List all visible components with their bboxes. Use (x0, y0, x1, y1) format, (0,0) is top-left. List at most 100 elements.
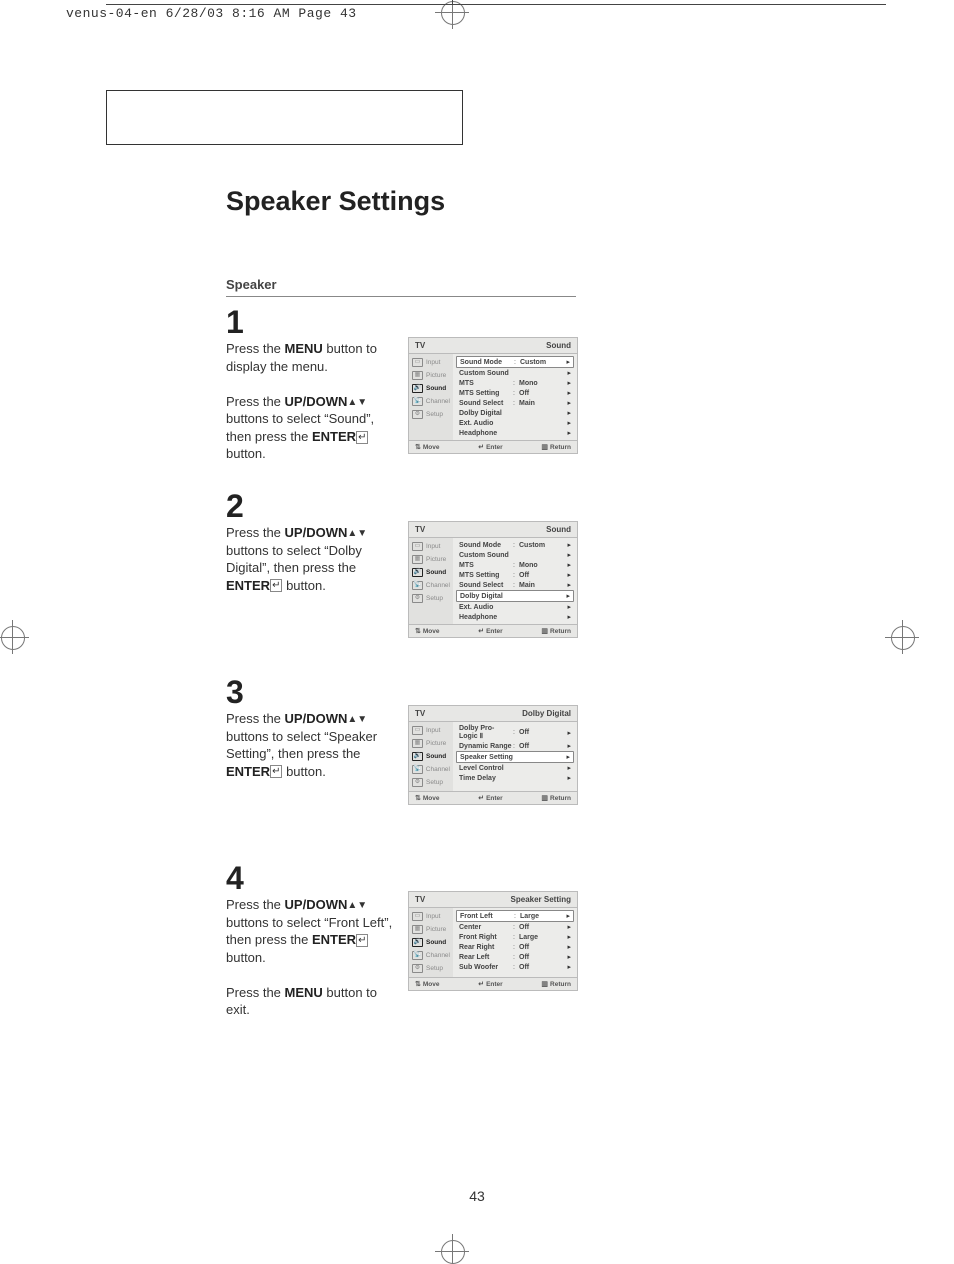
osd-content: Sound Mode:Custom▸Custom Sound▸MTS:Mono▸… (453, 354, 577, 440)
footer-return: ▥Return (541, 443, 571, 451)
chevron-right-icon: ▸ (567, 429, 571, 437)
osd-header-section: Sound (546, 341, 571, 350)
osd-row-label: Dolby Digital (460, 593, 514, 600)
t: ENTER (312, 932, 356, 947)
footer-return: ▥Return (541, 627, 571, 635)
osd-row-value: Off (519, 954, 567, 961)
chevron-right-icon: ▸ (567, 943, 571, 951)
osd-row-value: Off (519, 390, 567, 397)
chevron-right-icon: ▸ (567, 603, 571, 611)
return-icon: ▥ (541, 627, 548, 635)
osd-row-label: Sound Mode (459, 542, 513, 549)
footer-move: ⇅Move (415, 794, 440, 802)
t: ENTER (226, 764, 270, 779)
sound-icon: 🔊 (412, 752, 423, 761)
chevron-right-icon: ▸ (567, 551, 571, 559)
osd-tab-label: Picture (426, 926, 446, 933)
enter-icon: ↵ (478, 980, 484, 988)
osd-row-label: Rear Right (459, 944, 513, 951)
chevron-right-icon: ▸ (567, 933, 571, 941)
osd-footer: ⇅Move↵Enter▥Return (409, 791, 577, 804)
osd-row: Dolby Digital▸ (456, 408, 574, 418)
chevron-right-icon: ▸ (567, 399, 571, 407)
osd-row-value: Off (519, 743, 567, 750)
osd-step4: TVSpeaker Setting▭Input▦Picture🔊Sound📡Ch… (408, 891, 578, 991)
empty-header-box (106, 90, 463, 145)
return-icon: ▥ (541, 794, 548, 802)
osd-row: MTS Setting:Off▸ (456, 388, 574, 398)
osd-row-label: Sound Select (459, 400, 513, 407)
picture-icon: ▦ (412, 925, 423, 934)
osd-tab-picture: ▦Picture (409, 553, 453, 566)
setup-icon: ⚙ (412, 594, 423, 603)
osd-tab-label: Input (426, 727, 440, 734)
osd-header-section: Speaker Setting (511, 895, 571, 904)
osd-tab-label: Picture (426, 740, 446, 747)
step-number: 4 (226, 862, 582, 894)
chevron-right-icon: ▸ (567, 953, 571, 961)
t: button. (226, 446, 266, 461)
enter-icon: ↵ (478, 627, 484, 635)
step-number: 3 (226, 676, 582, 708)
osd-footer: ⇅Move↵Enter▥Return (409, 977, 577, 990)
footer-move: ⇅Move (415, 443, 440, 451)
step-text: Press the UP/DOWN▲▼ buttons to select “S… (226, 710, 401, 780)
osd-tabs: ▭Input▦Picture🔊Sound📡Channel⚙Setup (409, 908, 453, 977)
osd-row: Dolby Digital▸ (456, 590, 574, 602)
up-down-icon: ▲▼ (347, 528, 367, 539)
osd-row: Sound Select:Main▸ (456, 580, 574, 590)
t: UP/DOWN (285, 525, 348, 540)
osd-row: Ext. Audio ▸ (456, 418, 574, 428)
osd-row-label: Front Right (459, 934, 513, 941)
print-header: venus-04-en 6/28/03 8:16 AM Page 43 (66, 6, 357, 21)
osd-tab-label: Setup (426, 411, 443, 418)
osd-content: Dolby Pro-Logic Ⅱ:Off▸Dynamic Range:Off▸… (453, 722, 577, 791)
osd-tab-input: ▭Input (409, 724, 453, 737)
osd-tab-channel: 📡Channel (409, 395, 453, 408)
enter-icon: ↵ (478, 443, 484, 451)
osd-tab-label: Input (426, 913, 440, 920)
chevron-right-icon: ▸ (567, 963, 571, 971)
t: Press the (226, 394, 285, 409)
step-number: 2 (226, 490, 582, 522)
osd-row-label: Dolby Digital (459, 410, 513, 417)
osd-header: TVDolby Digital (409, 706, 577, 722)
osd-row: Rear Left:Off▸ (456, 952, 574, 962)
move-icon: ⇅ (415, 627, 421, 635)
return-icon: ▥ (541, 443, 548, 451)
osd-row-label: Sub Woofer (459, 964, 513, 971)
osd-row: MTS:Mono▸ (456, 560, 574, 570)
osd-row: Headphone▸ (456, 428, 574, 438)
osd-content: Front Left:Large▸Center:Off▸Front Right:… (453, 908, 577, 977)
channel-icon: 📡 (412, 765, 423, 774)
osd-row-label: Rear Left (459, 954, 513, 961)
osd-tab-input: ▭Input (409, 910, 453, 923)
osd-row: Front Right:Large▸ (456, 932, 574, 942)
osd-tab-channel: 📡Channel (409, 949, 453, 962)
osd-row-label: Dynamic Range (459, 743, 513, 750)
chevron-right-icon: ▸ (567, 561, 571, 569)
osd-row: Speaker Setting▸ (456, 751, 574, 763)
move-icon: ⇅ (415, 794, 421, 802)
chevron-right-icon: ▸ (567, 379, 571, 387)
chevron-right-icon: ▸ (567, 571, 571, 579)
osd-tab-label: Channel (426, 582, 450, 589)
chevron-right-icon: ▸ (567, 389, 571, 397)
chevron-right-icon: ▸ (567, 419, 571, 427)
chevron-right-icon: ▸ (567, 369, 571, 377)
osd-header-tv: TV (415, 341, 425, 350)
footer-enter: ↵Enter (478, 627, 503, 635)
osd-row-label: Ext. Audio (459, 420, 513, 427)
footer-enter: ↵Enter (478, 794, 503, 802)
osd-tab-setup: ⚙Setup (409, 592, 453, 605)
input-icon: ▭ (412, 358, 423, 367)
osd-tab-setup: ⚙Setup (409, 408, 453, 421)
top-rule (106, 4, 886, 5)
osd-tab-sound: 🔊Sound (409, 750, 453, 763)
enter-icon: ↵ (270, 765, 282, 778)
osd-tab-picture: ▦Picture (409, 737, 453, 750)
osd-tab-label: Sound (426, 939, 446, 946)
setup-icon: ⚙ (412, 964, 423, 973)
chevron-right-icon: ▸ (567, 774, 571, 782)
osd-step2: TVSound▭Input▦Picture🔊Sound📡Channel⚙Setu… (408, 521, 578, 638)
